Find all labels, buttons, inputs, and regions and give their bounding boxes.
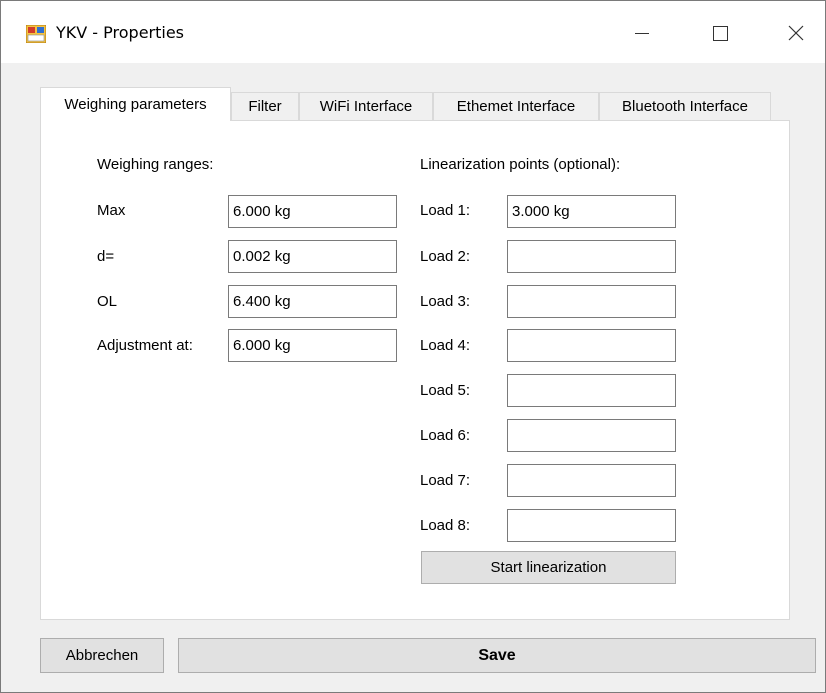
properties-window: YKV - Properties Weighing parameters Fil…	[0, 0, 826, 693]
adjustment-field[interactable]: 6.000 kg	[228, 329, 397, 362]
load-1-field[interactable]: 3.000 kg	[507, 195, 676, 228]
save-button[interactable]: Save	[178, 638, 816, 673]
tab-ethernet-interface[interactable]: Ethemet Interface	[433, 92, 599, 120]
minimize-icon	[635, 32, 649, 34]
load-7-field[interactable]	[507, 464, 676, 497]
max-label: Max	[97, 202, 126, 219]
close-icon	[788, 25, 804, 41]
cancel-button[interactable]: Abbrechen	[40, 638, 164, 673]
tab-filter[interactable]: Filter	[231, 92, 299, 120]
load-5-field[interactable]	[507, 374, 676, 407]
maximize-button[interactable]	[697, 13, 743, 53]
load-8-label: Load 8:	[420, 517, 471, 534]
linearization-heading: Linearization points (optional):	[420, 156, 621, 173]
d-label: d=	[97, 248, 115, 265]
load-4-label: Load 4:	[420, 337, 471, 354]
window-title: YKV - Properties	[56, 23, 185, 42]
app-icon	[26, 25, 46, 43]
load-6-label: Load 6:	[420, 427, 471, 444]
start-linearization-button[interactable]: Start linearization	[421, 551, 676, 584]
tab-weighing-parameters[interactable]: Weighing parameters	[40, 87, 231, 121]
load-5-label: Load 5:	[420, 382, 471, 399]
weighing-ranges-heading: Weighing ranges:	[97, 156, 214, 173]
max-field[interactable]: 6.000 kg	[228, 195, 397, 228]
load-8-field[interactable]	[507, 509, 676, 542]
load-6-field[interactable]	[507, 419, 676, 452]
minimize-button[interactable]	[619, 13, 665, 53]
d-field[interactable]: 0.002 kg	[228, 240, 397, 273]
load-4-field[interactable]	[507, 329, 676, 362]
ol-field[interactable]: 6.400 kg	[228, 285, 397, 318]
tab-bluetooth-interface[interactable]: Bluetooth Interface	[599, 92, 771, 120]
tab-panel	[40, 120, 790, 620]
close-button[interactable]	[773, 13, 819, 53]
load-1-label: Load 1:	[420, 202, 471, 219]
maximize-icon	[712, 25, 728, 41]
load-2-field[interactable]	[507, 240, 676, 273]
load-2-label: Load 2:	[420, 248, 471, 265]
load-3-field[interactable]	[507, 285, 676, 318]
load-7-label: Load 7:	[420, 472, 471, 489]
load-3-label: Load 3:	[420, 293, 471, 310]
ol-label: OL	[97, 293, 118, 310]
adjustment-label: Adjustment at:	[97, 337, 193, 354]
title-bar[interactable]: YKV - Properties	[1, 1, 825, 63]
tab-wifi-interface[interactable]: WiFi Interface	[299, 92, 433, 120]
